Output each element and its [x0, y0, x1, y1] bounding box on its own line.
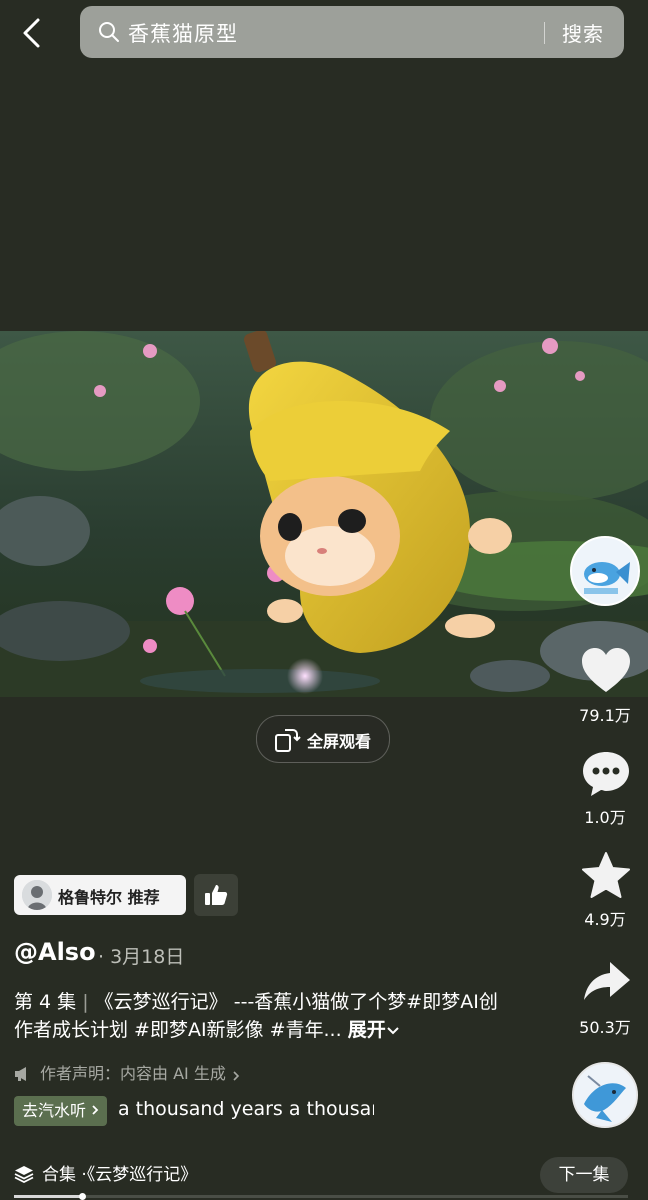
music-disc-image: [574, 1064, 636, 1126]
fullscreen-label: 全屏观看: [307, 732, 372, 751]
author-name[interactable]: @Also: [14, 938, 96, 966]
recommend-badge[interactable]: 格鲁特尔 推荐: [14, 875, 186, 915]
chevron-right-icon: [233, 1071, 240, 1081]
thumbs-up-icon: [205, 885, 228, 905]
megaphone-icon: [15, 1067, 26, 1081]
post-date: · 3月18日: [98, 946, 185, 968]
search-button[interactable]: 搜索: [562, 18, 604, 47]
search-bar[interactable]: 香蕉猫原型 搜索: [80, 6, 624, 58]
comment-icon: [583, 752, 629, 796]
comment-count: 1.0万: [584, 808, 626, 827]
music-disc[interactable]: [572, 1062, 638, 1128]
search-divider: [544, 22, 545, 44]
share-count: 50.3万: [579, 1018, 631, 1037]
comment-button[interactable]: [578, 748, 634, 800]
chevron-right-icon: [92, 1105, 99, 1115]
progress-knob[interactable]: [78, 1193, 86, 1200]
search-icon: [99, 22, 119, 42]
post-description[interactable]: 第 4 集 | 《云梦巡行记》 ---香蕉小猫做了个梦#即梦AI创作者成长计划 …: [14, 988, 514, 1044]
episode-divider: |: [82, 991, 89, 1013]
ai-declaration[interactable]: 作者声明：内容由 AI 生成: [14, 1060, 249, 1084]
chevron-left-icon: [23, 18, 40, 48]
avatar-image: [572, 538, 638, 604]
video-player[interactable]: [0, 331, 648, 697]
heart-icon: [582, 648, 630, 692]
search-input[interactable]: 香蕉猫原型: [128, 18, 238, 48]
collection-link[interactable]: 合集 ·《云梦巡行记》: [14, 1160, 197, 1185]
recommender-avatar: [22, 880, 52, 910]
share-button[interactable]: [578, 956, 634, 1008]
video-progress-bar[interactable]: [14, 1193, 628, 1200]
back-button[interactable]: [14, 14, 50, 52]
video-frame: [0, 331, 648, 697]
recommend-label: 格鲁特尔 推荐: [58, 888, 160, 907]
fullscreen-button[interactable]: 全屏观看: [256, 715, 390, 763]
listen-in-qishui-button[interactable]: 去汽水听: [14, 1096, 108, 1126]
thumb-up-button[interactable]: [194, 874, 238, 916]
series-title: 《云梦巡行记》: [94, 991, 228, 1013]
song-title[interactable]: a thousand years a thousand years: [118, 1098, 374, 1120]
author-avatar[interactable]: [570, 536, 640, 606]
rotate-screen-icon: [275, 729, 301, 752]
chevron-down-icon: [386, 1027, 399, 1035]
progress-fill: [14, 1195, 82, 1198]
episode-label: 第 4 集: [14, 991, 77, 1013]
like-button[interactable]: [578, 644, 634, 696]
favorite-button[interactable]: [578, 850, 634, 902]
star-icon: [582, 852, 630, 898]
next-episode-button[interactable]: 下一集: [540, 1157, 628, 1193]
favorite-count: 4.9万: [584, 910, 626, 929]
like-count: 79.1万: [579, 706, 631, 725]
share-arrow-icon: [584, 962, 630, 1000]
expand-button[interactable]: 展开: [348, 1019, 400, 1041]
layers-icon: [14, 1166, 34, 1184]
